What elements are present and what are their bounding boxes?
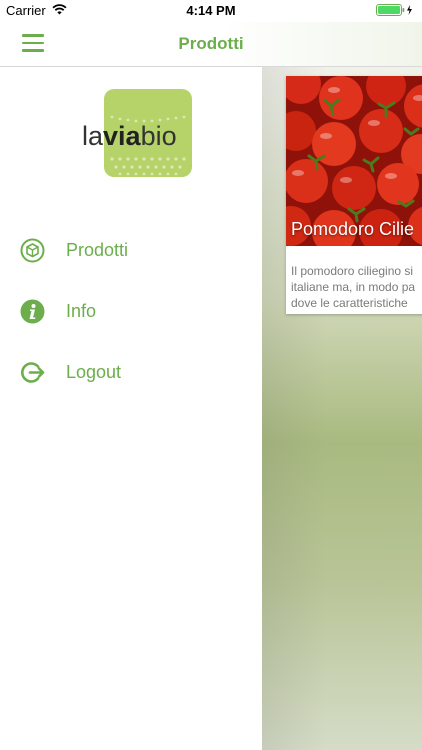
drawer-item-info[interactable]: Info [20,291,240,331]
battery-icon [376,4,412,16]
product-description-line: dove le caratteristiche [291,296,408,310]
drawer-item-label: Info [66,301,97,321]
laviabio-logo: laviabio [82,89,192,177]
status-bar: Carrier 4:14 PM [0,0,422,22]
logo-text: laviabio [82,121,177,151]
product-description: Il pomodoro ciliegino si italiane ma, in… [291,263,422,311]
drawer-item-logout[interactable]: Logout [20,352,240,392]
box-icon [20,238,45,263]
product-card[interactable]: Pomodoro Cilie Il pomodoro ciliegino si … [286,76,422,314]
product-image: Pomodoro Cilie [286,76,422,246]
side-drawer: laviabio Prodotti Info Logout [0,67,262,750]
status-time: 4:14 PM [186,3,236,18]
drawer-item-label: Logout [66,362,122,382]
navigation-bar: Prodotti [0,22,422,67]
logout-icon [21,362,45,383]
product-description-line: Il pomodoro ciliegino si [291,264,414,278]
page-title: Prodotti [178,34,244,53]
drawer-item-label: Prodotti [66,240,129,260]
info-icon [20,299,45,324]
main-content-panel[interactable]: Pomodoro Cilie Il pomodoro ciliegino si … [262,66,422,750]
product-description-line: italiane ma, in modo pa [291,280,416,294]
product-title: Pomodoro Cilie [291,219,415,239]
drawer-item-prodotti[interactable]: Prodotti [20,230,240,270]
